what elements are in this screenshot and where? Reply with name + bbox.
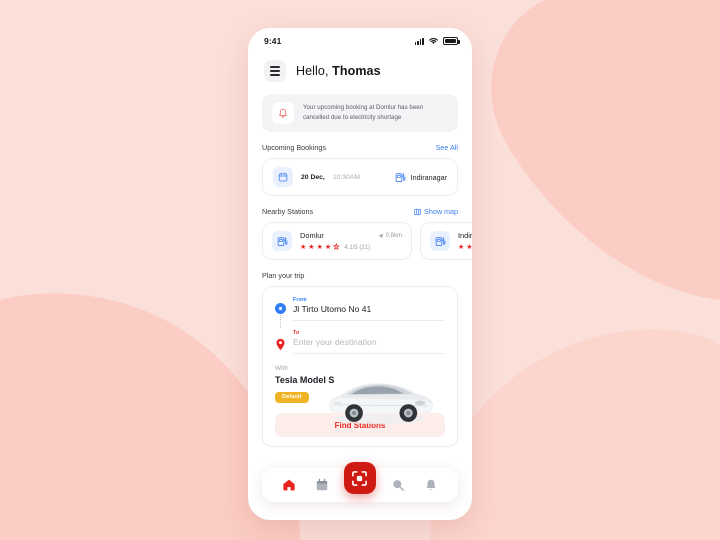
bell-icon — [272, 102, 294, 124]
charging-station-icon — [430, 231, 450, 251]
charging-station-icon — [395, 172, 405, 182]
search-icon — [393, 480, 405, 491]
status-bar-time: 9:41 — [264, 36, 282, 46]
plan-trip-header: Plan your trip — [248, 271, 472, 280]
bottom-navigation — [262, 462, 458, 502]
greeting-text: Hello, Thomas — [296, 64, 381, 78]
nav-bookings-button[interactable] — [311, 474, 333, 496]
from-input[interactable]: Jl Tirto Utomo No 41 — [293, 303, 445, 321]
see-all-link[interactable]: See All — [436, 143, 458, 152]
booking-location: Indiranagar — [410, 172, 447, 182]
greeting-username: Thomas — [332, 64, 381, 78]
star-outline-icon: ★ — [333, 244, 340, 252]
signal-bars-icon — [414, 37, 424, 45]
selected-car-name: Tesla Model S — [275, 375, 335, 385]
navigation-arrow-icon — [378, 233, 384, 238]
charging-station-icon — [272, 231, 292, 251]
station-name: Domlur — [300, 231, 324, 240]
booking-card[interactable]: 20 Dec, 10:30AM Indiranagar — [262, 158, 458, 196]
nav-alerts-button[interactable] — [420, 474, 442, 496]
home-icon — [282, 479, 295, 491]
star-icon: ★ — [300, 244, 307, 251]
station-score: 4.1/5 (21) — [344, 244, 371, 251]
with-label: With — [275, 365, 288, 372]
station-distance-value: 0.8km — [385, 232, 402, 239]
nav-search-button[interactable] — [387, 474, 409, 496]
map-icon — [414, 208, 421, 215]
star-icon: ★ — [324, 244, 332, 251]
wifi-icon — [429, 38, 438, 44]
nav-scan-button[interactable] — [343, 462, 376, 494]
default-badge: Default — [275, 391, 309, 403]
nearby-stations-header: Nearby Stations Show map — [248, 207, 472, 216]
status-bar: 9:41 — [248, 28, 472, 54]
upcoming-bookings-title: Upcoming Bookings — [262, 143, 326, 152]
greeting-prefix: Hello, — [296, 64, 333, 78]
status-bar-icons — [414, 37, 460, 45]
station-rating: ★ ★ ★ ★ ★ 4.3/5 (18) — [458, 244, 472, 251]
origin-dot-icon — [275, 303, 286, 314]
station-distance: 0.8km — [378, 233, 402, 239]
nearby-stations-title: Nearby Stations — [262, 207, 314, 216]
booking-time: 10:30AM — [332, 173, 361, 181]
booking-date: 20 Dec, — [301, 173, 325, 181]
route-inputs: From Jl Tirto Utomo No 41 To Enter your … — [275, 297, 445, 354]
phone-frame: 9:41 Hello, Thomas Your upcoming booking… — [248, 28, 472, 520]
calendar-icon — [316, 478, 328, 491]
battery-full-icon — [443, 37, 460, 45]
nearby-stations-list[interactable]: Domlur 0.8km ★ ★ ★ ★ ★ 4.1/5 (21) Indir … — [248, 216, 472, 260]
alert-message: Your upcoming booking at Domlur has been… — [303, 103, 424, 121]
star-icon: ★ — [458, 244, 465, 251]
upcoming-bookings-header: Upcoming Bookings See All — [248, 143, 472, 152]
station-card[interactable]: Domlur 0.8km ★ ★ ★ ★ ★ 4.1/5 (21) — [262, 222, 412, 260]
app-header: Hello, Thomas — [248, 54, 472, 88]
station-card[interactable]: Indiranagar 1.4km ★ ★ ★ ★ ★ 4.3/5 (18) — [420, 222, 472, 260]
show-map-label: Show map — [424, 207, 458, 216]
station-rating: ★ ★ ★ ★ ★ 4.1/5 (21) — [300, 244, 402, 252]
destination-input[interactable]: Enter your destination — [293, 336, 445, 354]
destination-pin-icon — [275, 338, 286, 351]
alert-banner[interactable]: Your upcoming booking at Domlur has been… — [262, 94, 458, 132]
hamburger-menu-icon[interactable] — [264, 60, 286, 82]
qr-scan-icon — [352, 470, 368, 486]
star-icon: ★ — [466, 244, 472, 251]
plan-trip-title: Plan your trip — [262, 271, 305, 280]
star-icon: ★ — [316, 244, 323, 251]
find-stations-button[interactable]: Find Stations — [275, 413, 445, 437]
trip-planner-card: From Jl Tirto Utomo No 41 To Enter your … — [262, 286, 458, 447]
nav-home-button[interactable] — [278, 474, 300, 496]
show-map-link[interactable]: Show map — [414, 207, 458, 216]
calendar-icon — [273, 167, 293, 187]
star-icon: ★ — [308, 244, 315, 251]
station-name: Indiranagar — [458, 231, 472, 240]
bell-icon — [426, 479, 436, 491]
